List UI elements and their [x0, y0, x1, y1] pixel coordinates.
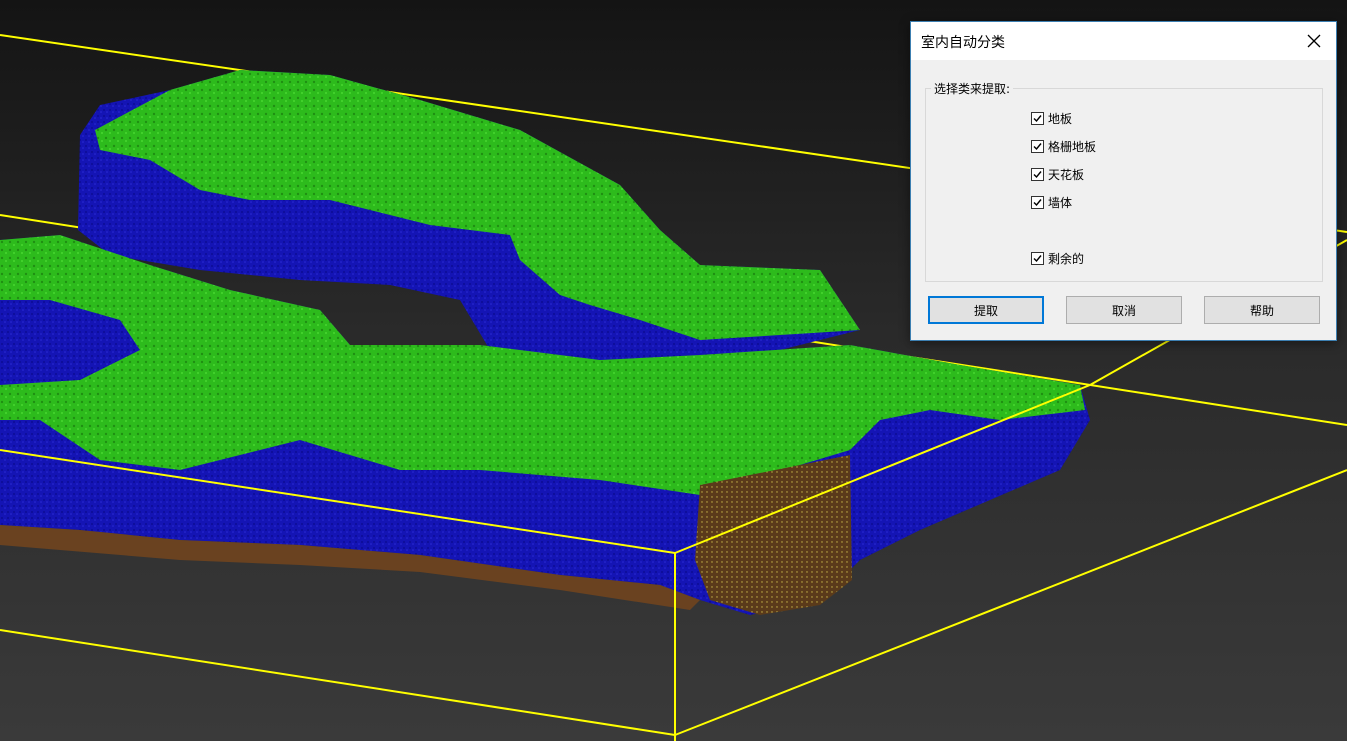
point-cloud-viewport[interactable]: 室内自动分类 选择类来提取: 地板 格栅地板 天花板 墙体 剩余的 提取 取消 … [0, 0, 1347, 741]
auto-classify-dialog: 室内自动分类 选择类来提取: 地板 格栅地板 天花板 墙体 剩余的 提取 取消 … [910, 21, 1337, 341]
checkbox-ceiling-box[interactable] [1031, 167, 1044, 181]
checkbox-floor[interactable]: 地板 [1031, 109, 1072, 127]
help-button[interactable]: 帮助 [1204, 296, 1320, 324]
checkbox-grating-floor[interactable]: 格栅地板 [1031, 137, 1096, 155]
checkbox-grating-floor-label: 格栅地板 [1048, 139, 1097, 154]
dialog-titlebar[interactable]: 室内自动分类 [911, 22, 1336, 60]
checkbox-ceiling[interactable]: 天花板 [1031, 165, 1084, 183]
extract-button[interactable]: 提取 [928, 296, 1044, 324]
checkbox-ceiling-label: 天花板 [1048, 167, 1085, 182]
checkbox-floor-box[interactable] [1031, 111, 1044, 125]
cancel-button[interactable]: 取消 [1066, 296, 1182, 324]
close-icon [1307, 34, 1321, 48]
dialog-title: 室内自动分类 [921, 35, 1005, 51]
group-label: 选择类来提取: [931, 80, 1014, 97]
checkbox-wall-label: 墙体 [1048, 195, 1073, 210]
class-selection-group [925, 88, 1323, 282]
checkbox-grating-floor-box[interactable] [1031, 139, 1044, 153]
checkmark-icon [1033, 254, 1042, 262]
checkmark-icon [1033, 198, 1042, 206]
checkbox-floor-label: 地板 [1048, 111, 1073, 126]
checkmark-icon [1033, 142, 1042, 150]
checkbox-wall[interactable]: 墙体 [1031, 193, 1072, 211]
close-button[interactable] [1292, 22, 1336, 60]
checkbox-wall-box[interactable] [1031, 195, 1044, 209]
checkmark-icon [1033, 170, 1042, 178]
checkbox-remaining[interactable]: 剩余的 [1031, 249, 1084, 267]
checkbox-remaining-label: 剩余的 [1048, 251, 1085, 266]
checkbox-remaining-box[interactable] [1031, 251, 1044, 265]
checkmark-icon [1033, 114, 1042, 122]
